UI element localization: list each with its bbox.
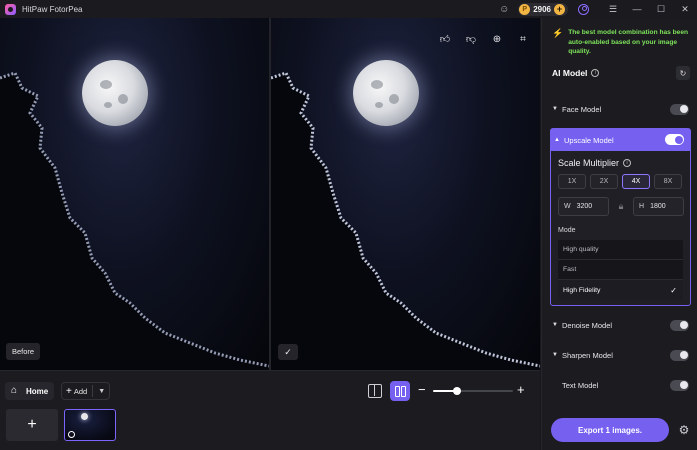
mode-option-selected[interactable]: High Fidelity ✓ (558, 280, 683, 300)
info-icon[interactable]: i (591, 69, 600, 77)
upscale-model-section: ▲ Upscale Model Scale Multiplier i 1X 2X… (550, 128, 691, 306)
moon (82, 60, 148, 126)
zoom-knob[interactable] (453, 387, 461, 395)
scale-8x-button[interactable]: 8X (654, 174, 682, 189)
chevron-down-icon: ▼ (552, 352, 558, 358)
coin-balance[interactable]: P 2906 + (518, 2, 568, 16)
face-model-toggle[interactable] (670, 103, 689, 115)
lock-icon[interactable]: 🔒︎ (611, 197, 631, 216)
mode-list: High quality Fast High Fidelity ✓ (558, 240, 683, 300)
height-field[interactable]: H 1800 (633, 197, 684, 216)
hint-text: The best model combination has been auto… (568, 29, 689, 55)
dimension-row: W 3200 🔒︎ H 1800 (558, 197, 684, 216)
coin-icon: P (519, 3, 531, 15)
zoom-out-button[interactable]: − (418, 382, 426, 398)
export-button[interactable]: Export 1 images. (551, 418, 669, 442)
model-label: Face Model (562, 104, 602, 114)
scale-4x-button[interactable]: 4X (622, 174, 650, 189)
model-label: Sharpen Model (562, 350, 613, 360)
mode-title: Mode (558, 227, 576, 234)
scale-2x-button[interactable]: 2X (590, 174, 618, 189)
home-button[interactable]: ⌂ Home (5, 382, 55, 400)
model-label: Text Model (562, 380, 599, 390)
bottom-bar: ⌂ Home + Add ▼ − + + (0, 370, 540, 450)
menu-icon[interactable]: ☰ (601, 4, 625, 15)
ai-model-header: AI Model i (552, 68, 600, 78)
check-badge[interactable]: ✓ (278, 344, 298, 360)
scale-multiplier-title: Scale Multiplier i (558, 158, 632, 168)
thumbs-up-icon[interactable]: 👍︎ (438, 32, 452, 46)
upscale-model-toggle[interactable] (665, 134, 684, 145)
chevron-down-icon[interactable]: ▼ (98, 388, 105, 395)
model-label: Upscale Model (564, 135, 614, 145)
chevron-down-icon: ▼ (552, 322, 558, 328)
model-label: Denoise Model (562, 320, 613, 330)
zoom-slider[interactable] (433, 387, 513, 395)
width-field[interactable]: W 3200 (558, 197, 609, 216)
sharpen-model-row[interactable]: ▼ Sharpen Model (552, 348, 689, 362)
settings-panel: ⚡ The best model combination has been au… (541, 18, 697, 450)
gear-icon[interactable]: ⚙ (677, 423, 691, 437)
split-view-button[interactable] (390, 381, 410, 401)
home-label: Home (26, 386, 49, 396)
preview-canvas: Before 👍︎ 👎︎ ⊕ ⌗ ✓ (0, 18, 540, 370)
view-toolbar: 👍︎ 👎︎ ⊕ ⌗ (438, 32, 530, 46)
before-label: Before (6, 343, 41, 360)
before-image[interactable]: Before (0, 18, 269, 370)
app-logo-icon (5, 3, 16, 15)
plus-icon: + (66, 385, 72, 397)
scale-1x-button[interactable]: 1X (558, 174, 586, 189)
auto-enable-hint: ⚡ The best model combination has been au… (552, 28, 692, 57)
lightning-icon: ⚡ (552, 28, 564, 38)
home-icon: ⌂ (11, 385, 18, 396)
refresh-button[interactable]: ↻ (676, 66, 690, 80)
add-coins-button[interactable]: + (554, 3, 565, 15)
crop-icon[interactable]: ⌗ (516, 32, 530, 46)
mode-option[interactable]: High quality (558, 240, 683, 260)
sharpen-model-toggle[interactable] (670, 349, 689, 361)
scale-buttons: 1X 2X 4X 8X (558, 174, 682, 189)
app-title: HitPaw FotorPea (22, 4, 83, 14)
text-model-row[interactable]: Text Model (552, 378, 689, 392)
add-image-tile[interactable]: + (6, 409, 58, 441)
upscale-model-row[interactable]: ▲ Upscale Model (551, 129, 690, 151)
title-bar: HitPaw FotorPea ☺ P 2906 + ☰ — ☐ ✕ (0, 0, 697, 18)
add-button[interactable]: + Add ▼ (61, 382, 111, 400)
face-model-row[interactable]: ▼ Face Model (552, 102, 689, 116)
denoise-model-toggle[interactable] (670, 319, 689, 331)
text-model-toggle[interactable] (670, 379, 689, 391)
denoise-model-row[interactable]: ▼ Denoise Model (552, 318, 689, 332)
chevron-up-icon: ▲ (554, 137, 560, 143)
minimize-button[interactable]: — (625, 4, 649, 14)
info-icon[interactable]: i (623, 159, 632, 167)
moon (353, 60, 419, 126)
checkmark-icon: ✓ (670, 285, 677, 295)
add-label: Add (73, 386, 88, 396)
after-image[interactable]: 👍︎ 👎︎ ⊕ ⌗ ✓ (271, 18, 540, 370)
single-view-button[interactable] (368, 384, 382, 398)
mode-option[interactable]: Fast (558, 260, 683, 280)
chevron-down-icon: ▼ (552, 106, 558, 112)
zoom-in-icon[interactable]: ⊕ (490, 32, 504, 46)
zoom-in-button[interactable]: + (517, 382, 525, 398)
discord-icon[interactable]: ☺ (498, 3, 510, 15)
account-icon[interactable] (578, 3, 589, 15)
close-button[interactable]: ✕ (673, 4, 697, 15)
ai-model-title: AI Model (552, 68, 588, 78)
thumbs-down-icon[interactable]: 👎︎ (464, 32, 478, 46)
clock-icon (68, 431, 75, 438)
coin-count: 2906 (533, 4, 551, 14)
maximize-button[interactable]: ☐ (649, 4, 673, 15)
image-thumbnail[interactable] (64, 409, 116, 441)
